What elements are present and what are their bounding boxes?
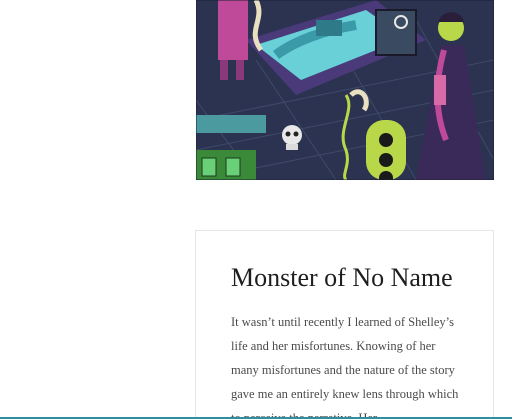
article-illustration — [196, 0, 494, 180]
article-title[interactable]: Monster of No Name — [231, 261, 453, 295]
page: Monster of No Name It wasn’t until recen… — [0, 0, 512, 419]
article-card: Monster of No Name It wasn’t until recen… — [195, 230, 494, 419]
article-excerpt: It wasn’t until recently I learned of Sh… — [231, 315, 459, 419]
